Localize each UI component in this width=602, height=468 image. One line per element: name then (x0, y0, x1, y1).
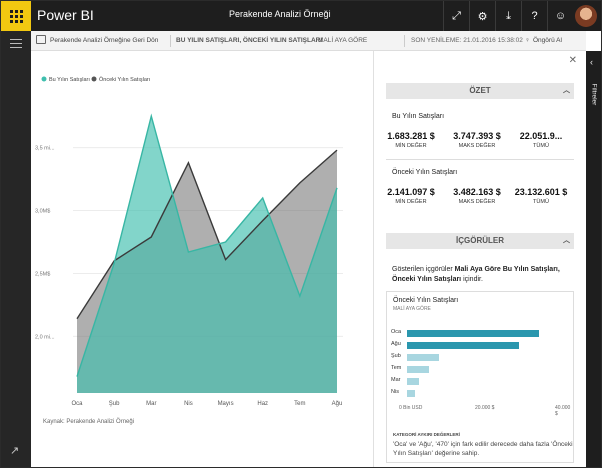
area-chart[interactable]: 2,0 mi... 2,5M$ 3,0M$ 3,5 mi... Oca Şub Mar Nis… (31, 51, 373, 416)
kpi-total: 23.132.601 $ TÜMÜ (510, 187, 572, 205)
y-tick-label: 2,0 mi... (35, 334, 55, 340)
x-tick-label: Oca (71, 401, 83, 407)
divider (170, 35, 171, 47)
kpi-min: 2.141.097 $ MİN DEĞER (380, 187, 442, 205)
by-label: MALİ AYA GÖRE (318, 37, 368, 44)
summary-header-label: ÖZET (469, 86, 491, 95)
y-tick-label: 2,5M$ (35, 271, 50, 277)
x-tick-label: Nis (184, 401, 193, 407)
insight-category-label: Tem (391, 365, 402, 371)
back-link[interactable]: Perakende Analizi Örneğine Geri Dön (50, 37, 158, 44)
report-canvas: 2,0 mi... 2,5M$ 3,0M$ 3,5 mi... Oca Şub Mar Nis… (31, 51, 373, 467)
app-window: Power BI Perakende Analizi Örneği ⤢ ⚙ ⤓ … (0, 0, 602, 468)
insights-header[interactable]: İÇGÖRÜLER ︿ (386, 233, 574, 249)
kpi-label: TÜMÜ (533, 143, 549, 149)
kpi-min: 1.683.281 $ MİN DEĞER (380, 131, 442, 149)
insight-x-tick: 40.000 $ (555, 405, 571, 417)
measures-label: BU YILIN SATIŞLARI, ÖNCEKİ YILIN SATIŞLA… (176, 37, 323, 44)
insight-card[interactable]: Önceki Yılın Satışları MALİ AYA GÖRE Oca… (386, 291, 574, 463)
insight-bar[interactable] (407, 354, 439, 361)
y-tick-label: 3,0M$ (35, 209, 50, 215)
insight-category-label: Oca (391, 329, 402, 335)
help-icon[interactable]: ? (521, 1, 547, 31)
insight-text: Gösterilen içgörüler (392, 266, 455, 273)
insight-desc: 'Oca' ve 'Ağu', '470' için fark edilir d… (393, 441, 573, 457)
kpi-label: MİN DEĞER (395, 199, 427, 205)
kpi-max: 3.747.393 $ MAKS DEĞER (446, 131, 508, 149)
insights-description: Gösterilen içgörüler Mali Aya Göre Bu Yı… (392, 265, 574, 285)
x-tick-label: Mayıs (218, 401, 234, 407)
last-year-title: Önceki Yılın Satışları (392, 169, 458, 176)
insight-bar[interactable] (407, 330, 539, 337)
x-tick-label: Tem (294, 401, 305, 407)
kpi-total: 22.051.9... TÜMÜ (510, 131, 572, 149)
kpi-label: MAKS DEĞER (458, 143, 496, 149)
insight-category-label: Şub (391, 353, 401, 359)
source-label: Kaynak: Perakende Analizi Örneği (43, 419, 135, 425)
app-launcher-icon[interactable] (1, 1, 31, 31)
divider (386, 159, 574, 160)
insight-card-title: Önceki Yılın Satışları (393, 297, 459, 304)
insight-category-label: Mar (391, 377, 401, 383)
legend-swatch (41, 76, 47, 82)
insights-pane: ✕ ÖZET ︿ Bu Yılın Satışları 1.683.281 $ … (373, 51, 586, 467)
insight-category-label: Nis (391, 389, 399, 395)
kpi-value: 2.141.097 $ (387, 187, 435, 197)
x-tick-label: Haz (257, 401, 268, 407)
kpi-value: 22.051.9... (519, 131, 563, 141)
insight-bar[interactable] (407, 390, 415, 397)
insight-card-subtitle: MALİ AYA GÖRE (393, 306, 431, 312)
kpi-label: TÜMÜ (533, 199, 549, 205)
top-bar: Power BI Perakende Analizi Örneği ⤢ ⚙ ⤓ … (1, 1, 601, 31)
kpi-label: MAKS DEĞER (458, 199, 496, 205)
legend-swatch (91, 76, 97, 82)
kpi-max: 3.482.163 $ MAKS DEĞER (446, 187, 508, 205)
hamburger-icon[interactable] (10, 39, 22, 51)
kpi-value: 23.132.601 $ (514, 187, 568, 197)
gear-icon[interactable]: ⚙ (469, 1, 495, 31)
legend-label: Önceki Yılın Satışları (99, 76, 150, 83)
insight-x-tick: 0 Bin USD (399, 405, 423, 411)
bulb-icon[interactable]: ♀ (525, 37, 530, 44)
filters-pane-toggle[interactable]: ‹ Filtreler (586, 51, 601, 467)
insight-bar[interactable] (407, 366, 429, 373)
insight-bar[interactable] (407, 378, 419, 385)
divider (404, 35, 405, 47)
this-year-title: Bu Yılın Satışları (392, 113, 445, 120)
kpi-label: MİN DEĞER (395, 143, 427, 149)
x-tick-label: Ağu (332, 401, 343, 407)
x-tick-label: Mar (146, 401, 156, 407)
kpi-value: 3.747.393 $ (453, 131, 501, 141)
open-arrow-icon[interactable]: ↗ (10, 444, 19, 457)
action-bar: Perakende Analizi Örneğine Geri Dön BU Y… (31, 31, 586, 51)
insight-text: içindir. (461, 276, 483, 283)
app-name[interactable]: Power BI (37, 7, 94, 23)
x-tick-label: Şub (109, 401, 120, 407)
summary-header[interactable]: ÖZET ︿ (386, 83, 574, 99)
y-tick-label: 3,5 mi... (35, 146, 55, 152)
insight-x-tick: 20.000 $ (475, 405, 495, 411)
insights-header-label: İÇGÖRÜLER (456, 236, 504, 245)
left-nav-rail: ↗ (1, 31, 31, 467)
smiley-icon[interactable]: ☺ (547, 1, 573, 31)
avatar[interactable] (575, 5, 597, 27)
kpi-value: 3.482.163 $ (453, 187, 501, 197)
insight-category-label: Ağu (391, 341, 401, 347)
insight-bar[interactable] (407, 342, 519, 349)
quick-insights-link[interactable]: Öngörü Al (533, 37, 562, 44)
insight-caption: KATEGORİ AYKIRI DEĞERLERİ (393, 432, 460, 437)
expand-icon[interactable]: ⤢ (443, 1, 469, 31)
back-report-icon[interactable] (36, 35, 46, 44)
chevron-left-icon[interactable]: ‹ (590, 57, 593, 67)
close-icon[interactable]: ✕ (569, 55, 577, 66)
report-title: Perakende Analizi Örneği (229, 9, 331, 19)
download-icon[interactable]: ⤓ (495, 1, 521, 31)
filters-label: Filtreler (590, 83, 598, 106)
legend-label: Bu Yılın Satışları (49, 77, 90, 83)
last-refresh-label: SON YENİLEME: 21.01.2016 15:38:02 (411, 37, 523, 44)
kpi-value: 1.683.281 $ (387, 131, 435, 141)
chevron-up-icon[interactable]: ︿ (563, 233, 570, 249)
chevron-up-icon[interactable]: ︿ (563, 83, 570, 99)
